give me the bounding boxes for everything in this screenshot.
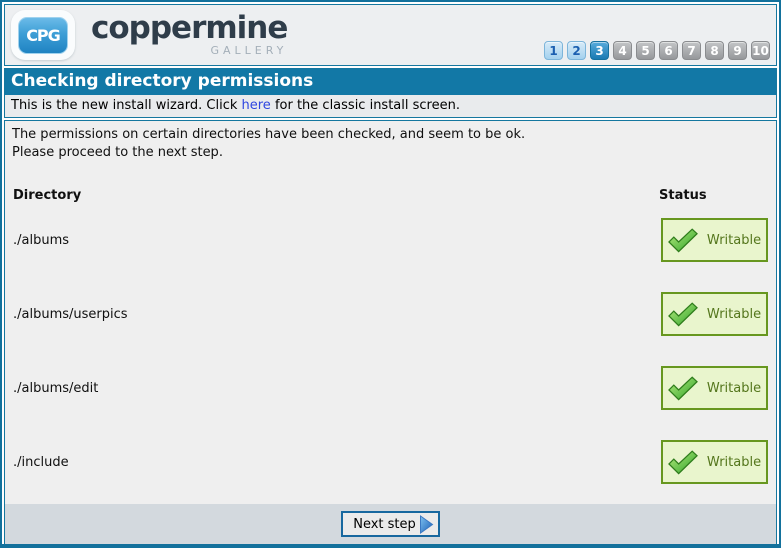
table-row: ./albums/edit Writable: [5, 351, 776, 425]
step-badge-3: 3: [590, 41, 609, 60]
step-badge-10: 10: [751, 41, 770, 60]
step-badge-7: 7: [682, 41, 701, 60]
brand-title: coppermine: [91, 13, 287, 44]
directory-path: ./albums/userpics: [13, 307, 661, 322]
step-badge-5: 5: [636, 41, 655, 60]
status-label: Writable: [707, 307, 761, 322]
wizard-subtitle: This is the new install wizard. Click he…: [5, 95, 776, 117]
directory-path: ./include: [13, 455, 661, 470]
wizard-title-box: Checking directory permissions This is t…: [4, 68, 777, 118]
check-icon: [668, 376, 698, 401]
subtitle-text-suffix: for the classic install screen.: [271, 98, 460, 113]
check-icon: [668, 302, 698, 327]
next-step-button[interactable]: Next step: [341, 511, 440, 537]
brand-wordmark: coppermine GALLERY: [91, 13, 287, 57]
classic-install-link[interactable]: here: [242, 98, 271, 113]
table-row: ./albums/userpics Writable: [5, 277, 776, 351]
status-label: Writable: [707, 381, 761, 396]
step-badge-4: 4: [613, 41, 632, 60]
intro-line-2: Please proceed to the next step.: [12, 144, 769, 162]
wizard-step-indicator: 1 2 3 4 5 6 7 8 9 10: [544, 41, 770, 60]
status-badge: Writable: [661, 440, 768, 484]
status-badge: Writable: [661, 218, 768, 262]
status-label: Writable: [707, 233, 761, 248]
status-badge: Writable: [661, 366, 768, 410]
page-title: Checking directory permissions: [5, 69, 776, 95]
content-area: The permissions on certain directories h…: [4, 120, 777, 544]
permission-rows: ./albums Writable ./albums/userpics: [5, 203, 776, 499]
status-badge: Writable: [661, 292, 768, 336]
check-icon: [668, 450, 698, 475]
table-row: ./albums Writable: [5, 203, 776, 277]
intro-text: The permissions on certain directories h…: [5, 121, 776, 162]
step-badge-8: 8: [705, 41, 724, 60]
next-arrow-icon: [419, 515, 434, 534]
subtitle-text-prefix: This is the new install wizard. Click: [11, 98, 242, 113]
cpg-logo-icon: CPG: [18, 17, 68, 54]
step-badge-6: 6: [659, 41, 678, 60]
install-wizard-page: CPG coppermine GALLERY 1 2 3 4 5 6 7 8 9…: [0, 0, 781, 548]
step-badge-9: 9: [728, 41, 747, 60]
intro-line-1: The permissions on certain directories h…: [12, 126, 769, 144]
header: CPG coppermine GALLERY 1 2 3 4 5 6 7 8 9…: [4, 4, 777, 66]
coppermine-logo: CPG: [11, 10, 75, 60]
table-header: Directory Status: [5, 188, 776, 203]
status-label: Writable: [707, 455, 761, 470]
step-badge-1: 1: [544, 41, 563, 60]
column-header-status: Status: [659, 188, 766, 203]
next-step-label: Next step: [353, 517, 416, 532]
check-icon: [668, 228, 698, 253]
directory-path: ./albums: [13, 233, 661, 248]
table-row: ./include Writable: [5, 425, 776, 499]
step-badge-2: 2: [567, 41, 586, 60]
footer-bar: Next step: [5, 504, 776, 544]
column-header-directory: Directory: [13, 188, 659, 203]
directory-path: ./albums/edit: [13, 381, 661, 396]
